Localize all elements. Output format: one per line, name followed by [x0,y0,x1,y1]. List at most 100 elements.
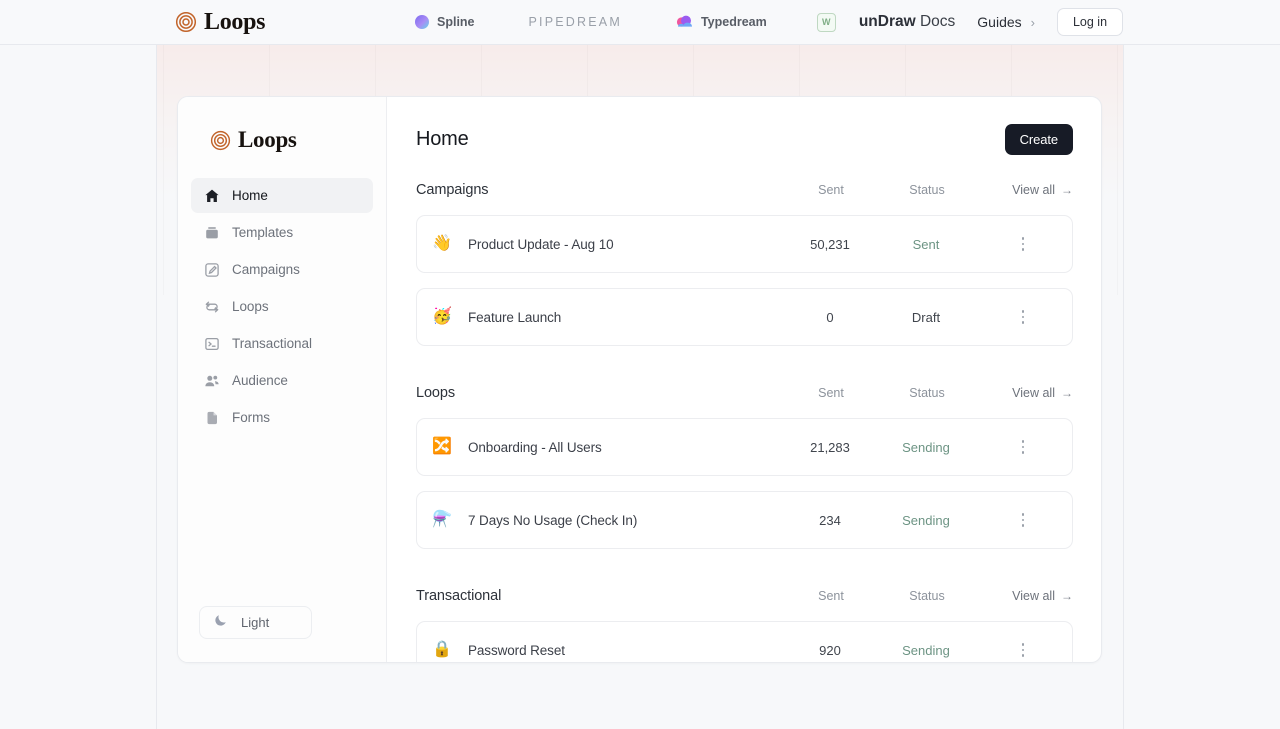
spline-sphere-icon [415,15,429,29]
theme-toggle-label: Light [241,615,270,630]
section-header: Loops Sent Status View all → [416,380,1073,406]
theme-toggle-button[interactable]: Light [199,606,312,639]
page-rail-left [156,0,157,729]
loops-rings-logo-icon [210,130,231,150]
column-header-status: Status [909,183,945,197]
forms-page-icon [203,409,220,426]
section-header: Transactional Sent Status View all → [416,583,1073,609]
sidebar-item-transactional[interactable]: Transactional [191,326,373,361]
more-vertical-icon [1021,513,1025,527]
view-all-label: View all [1012,183,1055,197]
shuffle-tracks-emoji: 🔀 [432,438,452,455]
partner-typedream-label: Typedream [700,15,767,29]
partner-pipedream[interactable]: PIPEDREAM [529,15,622,29]
partner-logos: Spline PIPEDREAM Typedream W [370,0,859,44]
guides-label: Guides [977,14,1022,30]
table-row[interactable]: 🥳 Feature Launch 0 Draft [416,288,1073,346]
app-shell: Loops Home Templates Campaigns Loops Tra… [177,96,1102,663]
home-icon [203,187,220,204]
sidebar-item-templates[interactable]: Templates [191,215,373,250]
templates-icon [203,224,220,241]
row-sent-count: 920 [819,642,841,658]
main-header: Home Create [416,123,1073,155]
table-row[interactable]: 🔀 Onboarding - All Users 21,283 Sending [416,418,1073,476]
sidebar-item-forms[interactable]: Forms [191,400,373,435]
view-all-campaigns-link[interactable]: View all → [975,183,1073,197]
sidebar-item-home-label: Home [232,188,268,203]
page-title: Home [416,127,469,150]
loops-rings-logo-icon [175,11,197,33]
page-root: Loops Spline PIPEDREAM Typedream W unDra… [0,0,1280,729]
undraw-bold-label: unDraw [858,13,916,30]
sidebar-nav-list: Home Templates Campaigns Loops Transacti… [178,178,386,435]
table-row[interactable]: 🔒 Password Reset 920 Sending [416,621,1073,662]
section-title: Transactional [416,588,502,604]
row-name: Password Reset [468,642,565,658]
more-vertical-icon [1021,440,1025,454]
section-transactional: Transactional Sent Status View all → 🔒 P… [416,583,1073,662]
status-badge: Sending [902,512,950,528]
table-row[interactable]: ⚗️ 7 Days No Usage (Check In) 234 Sendin… [416,491,1073,549]
arrow-right-icon: → [1061,386,1073,400]
more-vertical-icon [1021,643,1025,657]
sidebar-item-loops[interactable]: Loops [191,289,373,324]
partner-typedream[interactable]: Typedream [676,15,767,29]
row-name: Feature Launch [468,309,562,325]
view-all-label: View all [1012,589,1055,603]
row-menu-button[interactable] [974,643,1072,657]
sidebar-brand[interactable]: Loops [178,97,386,153]
row-name: 7 Days No Usage (Check In) [468,512,638,528]
sidebar-item-transactional-label: Transactional [232,336,312,351]
partner-spline[interactable]: Spline [414,14,475,30]
transactional-terminal-icon [203,335,220,352]
undraw-docs-link[interactable]: unDraw Docs [859,13,955,31]
sidebar: Loops Home Templates Campaigns Loops Tra… [178,97,387,662]
arrow-right-icon: → [1061,183,1073,197]
view-all-transactional-link[interactable]: View all → [975,589,1073,603]
row-name: Onboarding - All Users [468,439,602,455]
status-badge: Sent [912,236,940,252]
moon-icon [214,613,228,632]
section-header: Campaigns Sent Status View all → [416,177,1073,203]
sidebar-brand-label: Loops [238,127,297,152]
row-sent-count: 234 [819,512,841,528]
row-menu-button[interactable] [974,237,1072,251]
top-navigation-bar: Loops Spline PIPEDREAM Typedream W unDra… [0,0,1280,45]
column-header-sent: Sent [818,589,844,603]
framer-w-icon: W [816,12,836,32]
status-badge: Sending [902,642,950,658]
partner-spline-label: Spline [437,15,475,29]
page-rail-right [1123,0,1124,729]
view-all-label: View all [1012,386,1055,400]
audience-people-icon [203,372,220,389]
login-button[interactable]: Log in [1057,8,1123,36]
table-row[interactable]: 👋 Product Update - Aug 10 50,231 Sent [416,215,1073,273]
framer-w-letter: W [821,17,831,27]
sidebar-item-audience-label: Audience [232,373,288,388]
row-name: Product Update - Aug 10 [468,236,614,252]
create-button[interactable]: Create [1004,123,1073,155]
guides-link[interactable]: Guides › [977,14,1035,30]
sidebar-item-audience[interactable]: Audience [191,363,373,398]
column-header-sent: Sent [818,386,844,400]
party-face-emoji: 🥳 [432,308,452,325]
lock-emoji: 🔒 [432,641,452,658]
partner-framer-w[interactable]: W [816,12,836,32]
sidebar-item-forms-label: Forms [232,410,270,425]
sidebar-item-home[interactable]: Home [191,178,373,213]
row-menu-button[interactable] [974,440,1072,454]
main-content: Home Create Campaigns Sent Status View a… [387,97,1101,662]
sidebar-item-templates-label: Templates [232,225,294,240]
row-sent-count: 21,283 [810,439,850,455]
row-menu-button[interactable] [974,310,1072,324]
column-header-sent: Sent [818,183,844,197]
row-menu-button[interactable] [974,513,1072,527]
sidebar-item-loops-label: Loops [232,299,269,314]
topnav-brand[interactable]: Loops [175,9,370,36]
section-title: Campaigns [416,182,489,198]
view-all-loops-link[interactable]: View all → [975,386,1073,400]
typedream-cloud-icon [676,15,692,27]
sidebar-item-campaigns[interactable]: Campaigns [191,252,373,287]
